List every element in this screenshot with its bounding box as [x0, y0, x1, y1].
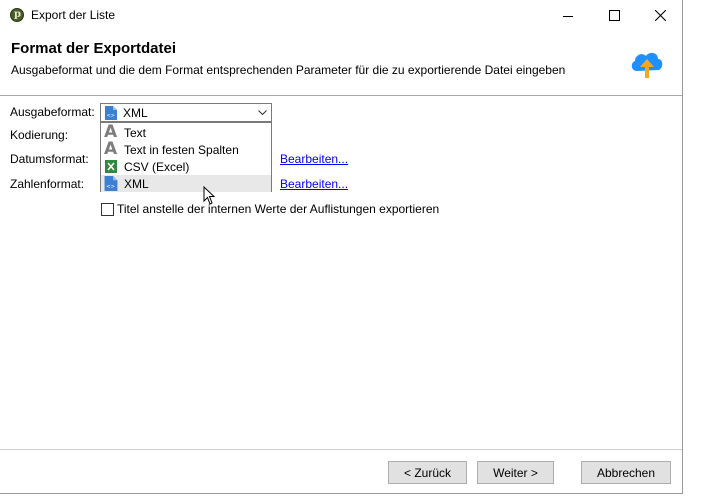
- cloud-upload-icon: [631, 52, 663, 78]
- svg-text:<>: <>: [106, 184, 115, 190]
- minimize-icon: [563, 15, 573, 17]
- xml-file-icon: <>: [104, 176, 118, 191]
- date-format-label: Datumsformat:: [10, 152, 89, 166]
- text-format-icon: A: [104, 122, 118, 142]
- output-format-select[interactable]: <> XML: [100, 103, 272, 122]
- back-button[interactable]: < Zurück: [388, 461, 467, 484]
- output-format-dropdown-list: A Text A Text in festen Spalten CSV (Exc…: [100, 122, 272, 192]
- page-subtitle: Ausgabeformat und die dem Format entspre…: [11, 63, 566, 77]
- output-format-label: Ausgabeformat:: [10, 105, 95, 119]
- excel-icon: [105, 160, 117, 173]
- page-title: Format der Exportdatei: [11, 40, 177, 57]
- maximize-button[interactable]: [591, 0, 637, 31]
- text-format-icon: A: [104, 139, 118, 159]
- output-format-value: XML: [123, 106, 148, 120]
- option-xml[interactable]: <> XML: [101, 175, 271, 192]
- encoding-label: Kodierung:: [10, 128, 69, 142]
- chevron-down-icon[interactable]: [254, 104, 271, 121]
- svg-text:<>: <>: [107, 113, 115, 119]
- edit-number-format-link[interactable]: Bearbeiten...: [280, 177, 348, 191]
- close-icon: [654, 10, 666, 21]
- window-title: Export der Liste: [31, 8, 116, 22]
- dialog-header: Format der Exportdatei Ausgabeformat und…: [0, 31, 682, 96]
- titles-instead-of-values-label[interactable]: Titel anstelle der internen Werte der Au…: [117, 202, 439, 216]
- footer-divider: [0, 449, 682, 450]
- app-icon: p: [10, 8, 24, 22]
- number-format-label: Zahlenformat:: [10, 177, 85, 191]
- option-text[interactable]: A Text: [101, 124, 271, 141]
- option-label: Text: [124, 126, 147, 140]
- option-label: Text in festen Spalten: [124, 143, 239, 157]
- option-label: XML: [124, 177, 149, 191]
- option-label: CSV (Excel): [124, 160, 190, 174]
- cancel-button[interactable]: Abbrechen: [581, 461, 671, 484]
- mouse-pointer-icon: [203, 186, 216, 205]
- title-bar: p Export der Liste: [0, 0, 682, 31]
- option-csv-excel[interactable]: CSV (Excel): [101, 158, 271, 175]
- close-button[interactable]: [637, 0, 683, 31]
- titles-instead-of-values-checkbox[interactable]: [101, 203, 114, 216]
- next-button[interactable]: Weiter >: [477, 461, 554, 484]
- minimize-button[interactable]: [545, 0, 591, 31]
- edit-date-format-link[interactable]: Bearbeiten...: [280, 152, 348, 166]
- export-dialog: p Export der Liste Format der Exportdate…: [0, 0, 683, 494]
- option-fixed-columns[interactable]: A Text in festen Spalten: [101, 141, 271, 158]
- xml-file-icon: <>: [105, 106, 117, 120]
- maximize-icon: [608, 10, 620, 21]
